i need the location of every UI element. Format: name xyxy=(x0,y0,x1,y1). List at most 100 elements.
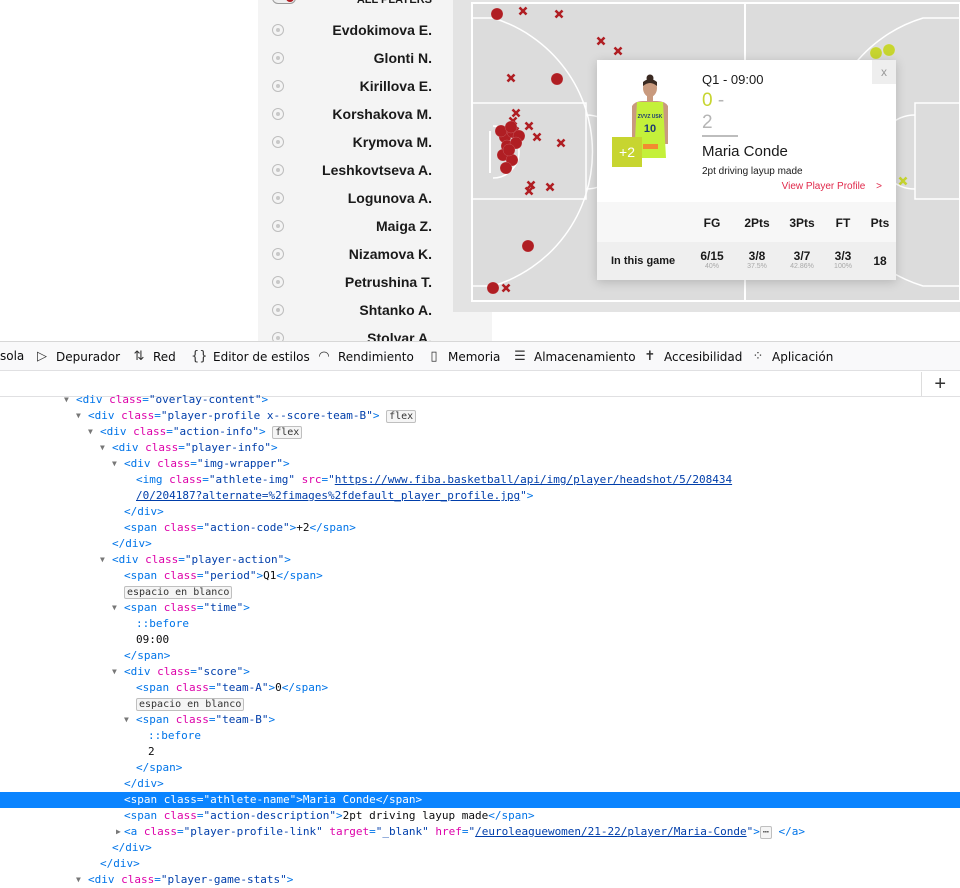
expand-toggle-icon[interactable]: ▼ xyxy=(76,872,86,888)
shot-made-team-b[interactable] xyxy=(882,43,896,57)
expand-toggle-icon[interactable]: ▼ xyxy=(100,552,110,568)
expand-toggle-icon[interactable]: ▼ xyxy=(112,456,122,472)
expand-toggle-icon[interactable]: ▼ xyxy=(124,712,134,728)
markup-node[interactable]: /0/204187?alternate=%2fimages%2fdefault_… xyxy=(0,488,960,504)
markup-node[interactable]: <span class="period">Q1</span> xyxy=(0,568,960,584)
storage-icon: ☰ xyxy=(514,349,526,364)
player-name: Shtanko A. xyxy=(359,302,432,318)
player-radio[interactable] xyxy=(272,332,284,341)
web-page: ALL PLAYERS Evdokimova E. Glonti N. Kiri… xyxy=(0,0,960,341)
shot-made-team-a[interactable] xyxy=(490,7,504,21)
devtools-badge[interactable]: flex xyxy=(272,426,303,439)
expand-toggle-icon[interactable]: ▼ xyxy=(88,424,98,440)
markup-node[interactable]: ▼ <div class="score"> xyxy=(0,664,960,680)
selected-markup-node[interactable]: <span class="athlete-name">Maria Conde</… xyxy=(0,792,960,808)
shot-made-team-a[interactable] xyxy=(521,239,535,253)
stat-percentage: 42.86% xyxy=(790,263,814,270)
markup-node[interactable]: espacio en blanco xyxy=(0,584,960,600)
player-name: Krymova M. xyxy=(352,134,432,150)
expand-toggle-icon[interactable]: ▼ xyxy=(76,408,86,424)
expand-toggle-icon[interactable]: ▼ xyxy=(64,392,74,408)
tab-label: Editor de estilos xyxy=(213,349,310,364)
player-radio[interactable] xyxy=(272,304,284,316)
player-radio[interactable] xyxy=(272,52,284,64)
stats-header-row: FG 2Pts 3Pts FT Pts xyxy=(597,202,896,242)
markup-node[interactable]: </div> xyxy=(0,536,960,552)
devtools-badge[interactable]: espacio en blanco xyxy=(124,586,233,599)
player-radio[interactable] xyxy=(272,192,284,204)
markup-node[interactable]: </div> xyxy=(0,856,960,872)
shot-made-team-a[interactable] xyxy=(504,120,518,134)
markup-node[interactable]: ▼ <div class="player-action"> xyxy=(0,552,960,568)
shot-made-team-a[interactable] xyxy=(486,281,500,295)
application-icon: ⁘ xyxy=(752,349,764,364)
close-overlay-button[interactable]: x xyxy=(872,60,896,84)
markup-node[interactable]: ▼ <div class="overlay-content"> xyxy=(0,392,960,408)
view-player-profile-link[interactable]: View Player Profile > xyxy=(782,181,882,192)
devtools-tab-memory[interactable]: ▯ Memoria xyxy=(426,349,500,364)
period: Q1 xyxy=(702,72,720,87)
expand-toggle-icon[interactable]: ▼ xyxy=(112,664,122,680)
player-radio[interactable] xyxy=(272,24,284,36)
shot-made-team-a[interactable] xyxy=(499,161,513,175)
markup-node[interactable]: 2 xyxy=(0,744,960,760)
markup-node[interactable]: <span class="team-A">0</span> xyxy=(0,680,960,696)
stat-value: 3/7 xyxy=(793,249,811,263)
stats-cell-pts: 18 xyxy=(860,255,900,268)
markup-node[interactable]: espacio en blanco xyxy=(0,696,960,712)
markup-node[interactable]: ▼ <span class="time"> xyxy=(0,600,960,616)
stats-header-pts: Pts xyxy=(870,216,890,230)
player-radio[interactable] xyxy=(272,220,284,232)
chevron-right-icon: > xyxy=(876,181,882,192)
devtools-tab-performance[interactable]: ◠ Rendimiento xyxy=(316,349,413,364)
player-radio[interactable] xyxy=(272,80,284,92)
player-radio[interactable] xyxy=(272,108,284,120)
devtools-badge[interactable]: espacio en blanco xyxy=(136,698,245,711)
score-team-a: 0 xyxy=(702,90,713,111)
markup-node[interactable]: 09:00 xyxy=(0,632,960,648)
expand-toggle-icon[interactable]: ▼ xyxy=(112,600,122,616)
player-radio[interactable] xyxy=(272,276,284,288)
markup-node[interactable]: ▼ <div class="player-profile x--score-tea… xyxy=(0,408,960,424)
markup-node[interactable]: ▶ <a class="player-profile-link" target="… xyxy=(0,824,960,840)
markup-node[interactable]: ::before xyxy=(0,728,960,744)
player-radio[interactable] xyxy=(272,164,284,176)
stat-percentage: 100% xyxy=(834,263,852,270)
player-filter-item[interactable]: Stolyar A. xyxy=(258,324,492,341)
markup-node[interactable]: </span> xyxy=(0,760,960,776)
devtools-tab-storage[interactable]: ☰ Almacenamiento xyxy=(512,349,635,364)
devtools-tab-console[interactable]: sola xyxy=(0,349,24,363)
markup-node[interactable]: ▼ <div class="action-info"> flex xyxy=(0,424,960,440)
devtools-tab-debugger[interactable]: ▷ Depurador xyxy=(34,349,120,364)
markup-node[interactable]: ▼ <div class="img-wrapper"> xyxy=(0,456,960,472)
stats-cell-3pts: 3/7 42.86% xyxy=(782,250,822,271)
devtools-badge[interactable]: flex xyxy=(386,410,417,423)
markup-node[interactable]: </div> xyxy=(0,776,960,792)
tab-label: Accesibilidad xyxy=(664,349,743,364)
markup-node[interactable]: </div> xyxy=(0,840,960,856)
player-radio[interactable] xyxy=(272,248,284,260)
expand-toggle-icon[interactable]: ▼ xyxy=(100,440,110,456)
markup-node[interactable]: </span> xyxy=(0,648,960,664)
markup-node[interactable]: ▼ <span class="team-B"> xyxy=(0,712,960,728)
devtools-tab-application[interactable]: ⁘ Aplicación xyxy=(750,349,834,364)
debugger-icon: ▷ xyxy=(37,349,47,364)
markup-node[interactable]: ▼ <div class="player-game-stats"> xyxy=(0,872,960,888)
markup-node[interactable]: <img class="athlete-img" src="https://ww… xyxy=(0,472,960,488)
shot-made-team-a[interactable] xyxy=(502,143,516,157)
player-name: Glonti N. xyxy=(373,50,432,66)
devtools-tab-network[interactable]: ⇅ Red xyxy=(131,349,176,364)
devtools-tab-style-editor[interactable]: {} Editor de estilos xyxy=(191,349,310,364)
shot-made-team-a[interactable] xyxy=(550,72,564,86)
devtools-tab-accessibility[interactable]: ✝ Accesibilidad xyxy=(642,349,743,364)
markup-node[interactable]: ▼ <div class="player-info"> xyxy=(0,440,960,456)
markup-node[interactable]: </div> xyxy=(0,504,960,520)
all-players-toggle[interactable] xyxy=(272,0,296,4)
player-radio[interactable] xyxy=(272,136,284,148)
shot-made-team-b[interactable] xyxy=(869,46,883,60)
markup-node[interactable]: <span class="action-code">+2</span> xyxy=(0,520,960,536)
accessibility-icon: ✝ xyxy=(644,349,656,364)
stats-header-fg: FG xyxy=(703,216,721,230)
markup-node[interactable]: <span class="action-description">2pt dri… xyxy=(0,808,960,824)
markup-node[interactable]: ::before xyxy=(0,616,960,632)
